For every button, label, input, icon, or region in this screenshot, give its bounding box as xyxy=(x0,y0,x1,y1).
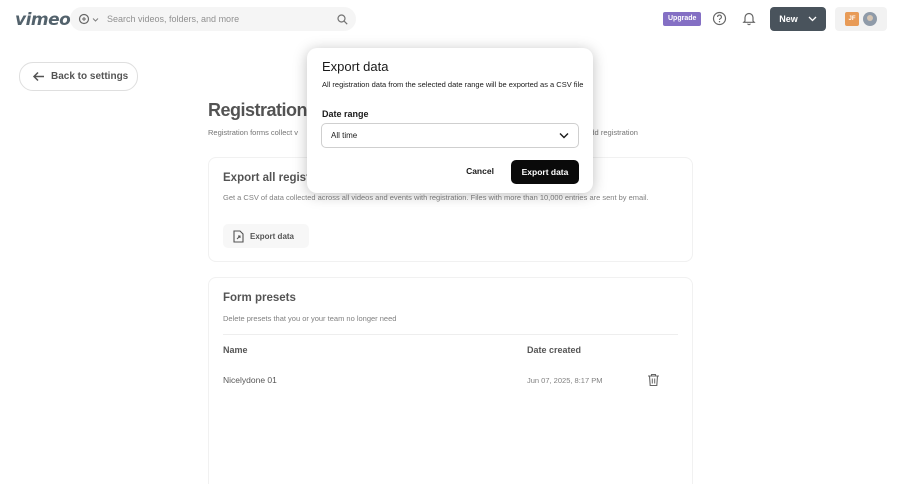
chevron-down-icon xyxy=(559,133,569,139)
date-range-label: Date range xyxy=(322,109,369,119)
date-range-value: All time xyxy=(331,131,358,140)
dialog-description: All registration data from the selected … xyxy=(322,80,584,89)
cancel-button[interactable]: Cancel xyxy=(457,161,503,181)
date-range-select[interactable]: All time xyxy=(321,123,579,148)
dialog-title: Export data xyxy=(322,59,389,74)
export-data-dialog: Export data All registration data from t… xyxy=(307,48,593,193)
export-data-confirm-button[interactable]: Export data xyxy=(511,160,579,184)
